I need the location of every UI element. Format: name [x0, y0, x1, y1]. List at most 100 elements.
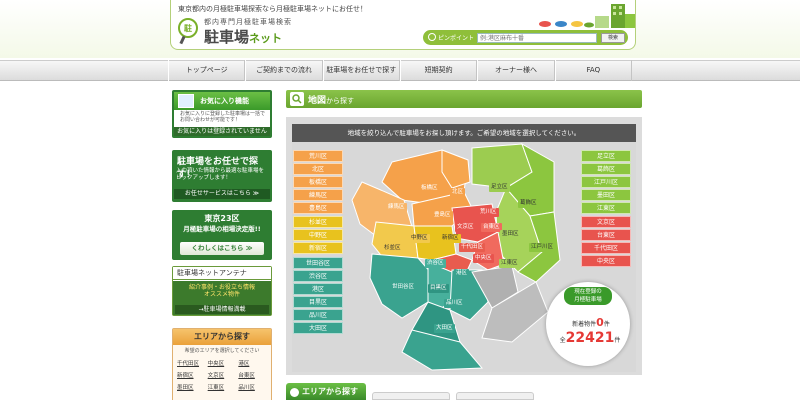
- map-label-sumida[interactable]: 墨田区: [500, 230, 521, 239]
- logo-icon[interactable]: 駐: [178, 18, 198, 38]
- map-label-arakawa[interactable]: 荒川区: [478, 208, 499, 217]
- antenna-banner[interactable]: 駐車場ネットアンテナ 紹介事例・お役立ち情報 オススメ物件 →駐車場情報満載: [172, 266, 272, 316]
- legend-kita[interactable]: 北区: [293, 163, 343, 175]
- total-listings: 全22421件: [550, 330, 630, 346]
- antenna-body: 紹介事例・お役立ち情報 オススメ物件 →駐車場情報満載: [173, 281, 271, 315]
- search-button[interactable]: 検索: [601, 33, 625, 43]
- area-search-subtitle: 希望のエリアを選択してください: [184, 348, 260, 354]
- omakase-button[interactable]: お任せサービスはこちら ≫: [174, 189, 270, 199]
- map-label-shinjuku[interactable]: 新宿区: [440, 234, 461, 243]
- nav-item-omakase[interactable]: 駐車場をお任せで探す: [322, 60, 400, 81]
- area-link-shinjuku[interactable]: 新宿区: [177, 371, 208, 379]
- map-label-shibuya[interactable]: 渋谷区: [425, 259, 446, 268]
- legend-arakawa[interactable]: 荒川区: [293, 150, 343, 162]
- legend-setagaya[interactable]: 世田谷区: [293, 257, 343, 269]
- logo-title-suffix: ネット: [249, 32, 283, 45]
- map-label-itabashi[interactable]: 板橋区: [419, 184, 440, 193]
- area-link-koto[interactable]: 江東区: [208, 383, 239, 391]
- area-link-minato[interactable]: 港区: [238, 359, 269, 367]
- nav-item-top[interactable]: トップページ: [168, 60, 246, 81]
- map-label-bunkyo[interactable]: 文京区: [455, 223, 476, 232]
- map-section-title-main: 地図: [308, 96, 327, 106]
- map-label-minato[interactable]: 港区: [454, 269, 470, 278]
- nav-item-faq[interactable]: FAQ: [554, 60, 632, 81]
- map-label-ota[interactable]: 大田区: [434, 324, 455, 333]
- souba-title-line1: 東京23区: [204, 214, 240, 223]
- magnifier-icon: [290, 388, 299, 397]
- counter-badge: 現在登録の 月極駐車場: [564, 287, 612, 305]
- legend-nakano[interactable]: 中野区: [293, 229, 343, 241]
- souba-title: 東京23区 月極駐車場の相場決定版!!: [172, 214, 272, 234]
- logo-title-main: 駐車場: [204, 28, 250, 46]
- antenna-text: 紹介事例・お役立ち情報 オススメ物件: [175, 284, 269, 298]
- counter-badge-line1: 現在登録の: [574, 289, 602, 295]
- legend-chiyoda[interactable]: 千代田区: [581, 242, 631, 254]
- counter-badge-line2: 月極駐車場: [574, 297, 602, 303]
- legend-bunkyo[interactable]: 文京区: [581, 216, 631, 228]
- city-skyline-icon: [539, 4, 635, 28]
- map-label-toshima[interactable]: 豊島区: [432, 211, 453, 220]
- legend-shinjuku[interactable]: 新宿区: [293, 242, 343, 254]
- legend-chuo[interactable]: 中央区: [581, 255, 631, 267]
- map-instruction: 地域を絞り込んで駐車場をお探し頂けます。ご希望の地域を選択してください。: [292, 124, 636, 142]
- souba-title-line2: 月極駐車場の相場決定版!!: [183, 225, 261, 233]
- omakase-banner[interactable]: 駐車場をお任せで探す！ 入力頂いた情報から最適な駐車場をピックアップします！ お…: [172, 150, 272, 202]
- souba-banner[interactable]: 東京23区 月極駐車場の相場決定版!! くわしくはこちら ≫: [172, 210, 272, 260]
- map-label-chuo[interactable]: 中央区: [473, 254, 494, 263]
- area-search-title: エリアから探す: [173, 329, 271, 345]
- legend-ota[interactable]: 大田区: [293, 322, 343, 334]
- map-label-adachi[interactable]: 足立区: [489, 183, 510, 192]
- search-label: ピンポイント: [438, 35, 475, 42]
- map-label-shinagawa[interactable]: 品川区: [444, 299, 465, 308]
- legend-minato[interactable]: 港区: [293, 283, 343, 295]
- legend-sumida[interactable]: 墨田区: [581, 189, 631, 201]
- monitor-icon: [178, 94, 194, 108]
- map-label-chiyoda[interactable]: 千代田区: [459, 243, 486, 252]
- antenna-text-line2: オススメ物件: [203, 291, 240, 298]
- map-label-koto[interactable]: 江東区: [499, 259, 520, 268]
- map-label-nakano[interactable]: 中野区: [409, 234, 430, 243]
- map-label-meguro[interactable]: 目黒区: [428, 284, 449, 293]
- legend-meguro[interactable]: 目黒区: [293, 296, 343, 308]
- legend-shibuya[interactable]: 渋谷区: [293, 270, 343, 282]
- legend-taito[interactable]: 台東区: [581, 229, 631, 241]
- souba-button[interactable]: くわしくはこちら ≫: [180, 242, 264, 255]
- area-link-shinagawa[interactable]: 品川区: [238, 383, 269, 391]
- area-link-chiyoda[interactable]: 千代田区: [177, 359, 208, 367]
- legend-edogawa[interactable]: 江戸川区: [581, 176, 631, 188]
- tab-second[interactable]: [372, 392, 450, 400]
- map-label-setagaya[interactable]: 世田谷区: [390, 283, 417, 292]
- legend-nerima[interactable]: 練馬区: [293, 189, 343, 201]
- favorites-status[interactable]: お気に入りは登録されていません: [174, 127, 270, 136]
- nav-item-flow[interactable]: ご契約までの流れ: [245, 60, 323, 81]
- total-listings-unit: 件: [614, 337, 621, 344]
- map-label-kita[interactable]: 北区: [450, 188, 466, 197]
- nav-item-owners[interactable]: オーナー様へ: [477, 60, 555, 81]
- area-link-chuo[interactable]: 中央区: [208, 359, 239, 367]
- area-link-grid: 千代田区 中央区 港区 新宿区 文京区 台東区 墨田区 江東区 品川区: [177, 359, 269, 391]
- area-link-sumida[interactable]: 墨田区: [177, 383, 208, 391]
- legend-suginami[interactable]: 杉並区: [293, 216, 343, 228]
- total-listings-count: 22421: [565, 330, 615, 346]
- legend-adachi[interactable]: 足立区: [581, 150, 631, 162]
- new-listings-count: 0: [596, 316, 604, 329]
- area-link-taito[interactable]: 台東区: [238, 371, 269, 379]
- legend-koto[interactable]: 江東区: [581, 202, 631, 214]
- map-label-taito[interactable]: 台東区: [481, 223, 502, 232]
- search-input[interactable]: [477, 33, 597, 43]
- logo-title[interactable]: 駐車場ネット: [204, 26, 282, 47]
- map-label-nerima[interactable]: 練馬区: [386, 203, 407, 212]
- legend-katsushika[interactable]: 葛飾区: [581, 163, 631, 175]
- antenna-button[interactable]: →駐車場情報満載: [175, 305, 269, 314]
- map-label-katsushika[interactable]: 葛飾区: [518, 199, 539, 208]
- nav-item-short-term[interactable]: 短期契約: [399, 60, 478, 81]
- magnifier-icon: [290, 92, 304, 106]
- area-link-bunkyo[interactable]: 文京区: [208, 371, 239, 379]
- search-icon: [428, 33, 436, 41]
- tab-third[interactable]: [456, 392, 534, 400]
- legend-itabashi[interactable]: 板橋区: [293, 176, 343, 188]
- legend-toshima[interactable]: 豊島区: [293, 202, 343, 214]
- legend-shinagawa[interactable]: 品川区: [293, 309, 343, 321]
- map-label-edogawa[interactable]: 江戸川区: [529, 243, 556, 252]
- map-label-suginami[interactable]: 杉並区: [382, 244, 403, 253]
